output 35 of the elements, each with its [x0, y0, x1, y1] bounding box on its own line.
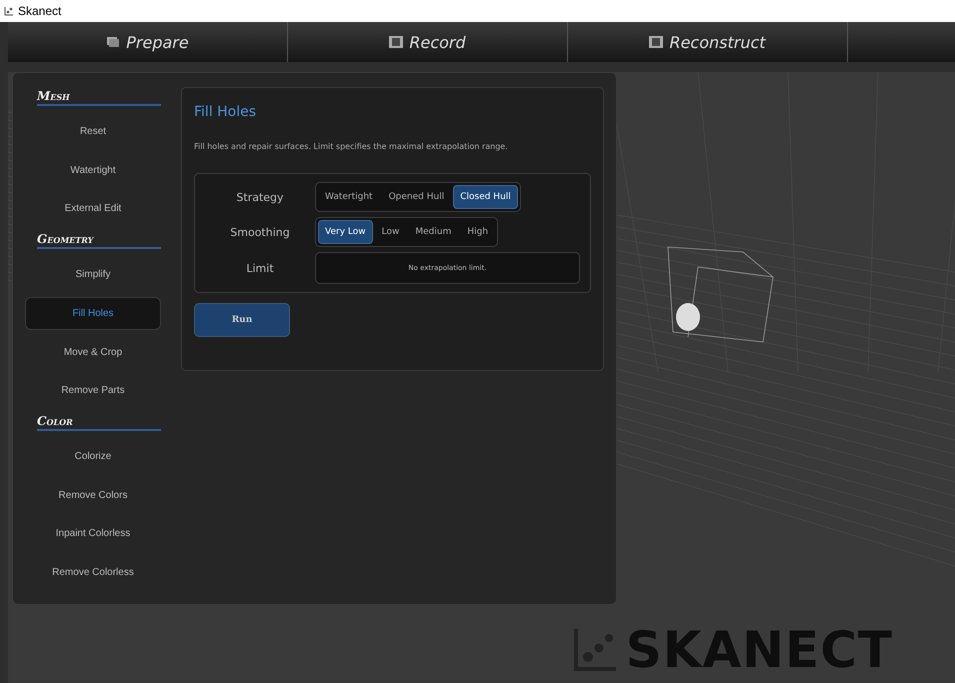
sidebar-item[interactable]: Move & Crop: [25, 332, 161, 372]
option-button[interactable]: Closed Hull: [453, 185, 518, 209]
option-button[interactable]: Watertight: [318, 185, 380, 209]
photos-icon: [106, 36, 120, 48]
option-button[interactable]: Very Low: [318, 220, 373, 244]
sidebar-item[interactable]: Inpaint Colorless: [25, 514, 161, 554]
film-icon: [649, 36, 664, 48]
option-button[interactable]: Low: [374, 220, 406, 244]
window-title: Skanect: [18, 4, 62, 18]
sidebar-item[interactable]: Remove Parts: [25, 371, 161, 410]
setting-label: Smoothing: [229, 226, 291, 238]
option-button[interactable]: Medium: [408, 220, 458, 244]
film-icon: [389, 36, 404, 48]
step-tab[interactable]: Prepare: [8, 22, 288, 62]
section-heading: Geometry: [37, 232, 161, 250]
step-tab[interactable]: Record: [288, 22, 568, 62]
option-button[interactable]: Opened Hull: [382, 185, 452, 209]
sidebar-item[interactable]: Fill Holes: [25, 296, 161, 330]
section-heading: Mesh: [37, 89, 161, 106]
sidebar-item[interactable]: External Edit: [25, 189, 161, 228]
tool-title: Fill Holes: [194, 104, 258, 120]
app-icon: [4, 6, 14, 16]
section-heading: Color: [37, 414, 161, 432]
step-tab[interactable]: Reconstruct: [568, 22, 848, 62]
sidebar-item[interactable]: Remove Colors: [25, 476, 161, 515]
setting-label: Limit: [245, 262, 275, 274]
sidebar-item[interactable]: Watertight: [25, 150, 161, 190]
option-button[interactable]: High: [460, 220, 496, 244]
sidebar-item[interactable]: Colorize: [25, 437, 161, 476]
sidebar-item[interactable]: Reset: [25, 112, 161, 151]
tool-description: Fill holes and repair surfaces. Limit specifies the maximal extrapolation range.: [194, 142, 509, 151]
sidebar-item[interactable]: Remove Colorless: [25, 553, 161, 592]
setting-label: Strategy: [235, 190, 285, 204]
sidebar-item[interactable]: Simplify: [25, 255, 161, 294]
run-button[interactable]: Run: [194, 303, 290, 337]
